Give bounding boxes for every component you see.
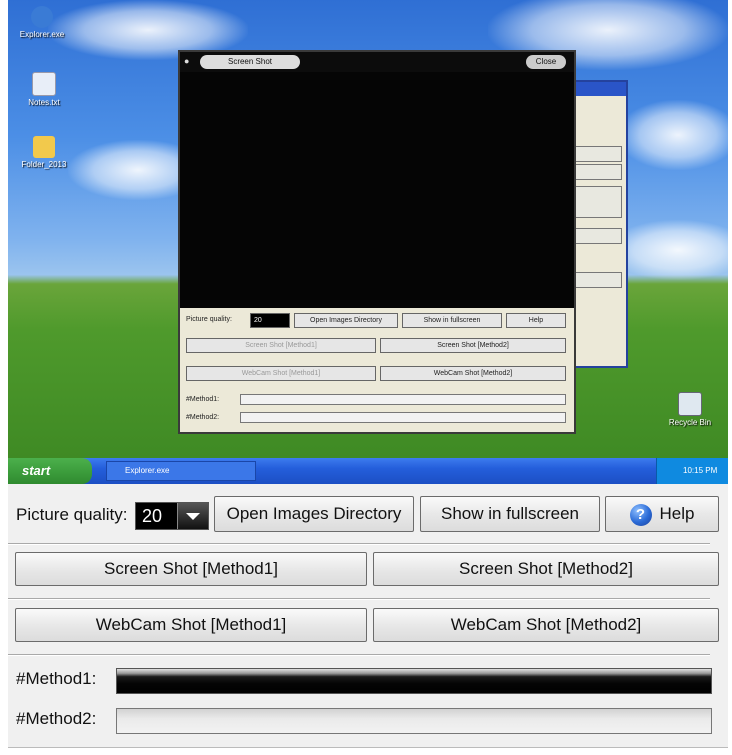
open-images-directory-button[interactable]: Open Images Directory [214, 496, 414, 532]
picture-quality-label: Picture quality: [16, 505, 128, 524]
help-button[interactable]: ? Help [605, 496, 719, 532]
method2-label: #Method2: [186, 414, 220, 421]
quality-select[interactable]: 20 [135, 502, 209, 530]
webcam-shot-method1-button[interactable]: WebCam Shot [Method1] [186, 366, 376, 381]
desktop-icon-notes[interactable]: Notes.txt [12, 72, 76, 107]
background-window-button[interactable] [574, 228, 622, 244]
show-fullscreen-button[interactable]: Show in fullscreen [420, 496, 600, 532]
method1-progress-bar [116, 668, 712, 694]
method1-label: #Method1: [186, 396, 220, 403]
method1-label: #Method1: [16, 669, 97, 688]
method2-label: #Method2: [16, 709, 97, 728]
clock: 10:15 PM [683, 466, 718, 475]
folder-icon [33, 136, 55, 158]
separator [8, 543, 710, 545]
document-icon [32, 72, 56, 96]
capture-preview [180, 72, 574, 308]
recycle-bin-icon [678, 392, 702, 416]
taskbar-item[interactable]: Explorer.exe [106, 461, 256, 481]
method2-progress-bar [116, 708, 712, 734]
show-fullscreen-button[interactable]: Show in fullscreen [402, 313, 502, 328]
desktop-icon-label: Notes.txt [28, 98, 60, 107]
quality-value: 20 [142, 506, 163, 526]
method1-progress-bar [240, 394, 566, 405]
taskbar-item-label: Explorer.exe [125, 466, 170, 475]
background-window-button[interactable] [574, 146, 622, 162]
globe-icon [31, 6, 53, 28]
screen-shot-method2-button[interactable]: Screen Shot [Method2] [380, 338, 566, 353]
desktop-icon-explorer[interactable]: Explorer.exe [10, 6, 74, 39]
quality-value: 20 [254, 317, 262, 324]
system-tray: 10:15 PM [656, 458, 728, 484]
close-button[interactable]: Close [526, 55, 566, 69]
screen-shot-method2-button[interactable]: Screen Shot [Method2] [373, 552, 719, 586]
desktop-icon-label: Explorer.exe [19, 30, 65, 39]
taskbar: start Explorer.exe 10:15 PM [8, 458, 728, 484]
picture-quality-label: Picture quality: [186, 316, 232, 323]
webcam-shot-method2-button[interactable]: WebCam Shot [Method2] [373, 608, 719, 642]
screen-shot-method1-button[interactable]: Screen Shot [Method1] [15, 552, 367, 586]
background-window-button[interactable] [574, 164, 622, 180]
background-window[interactable] [568, 80, 628, 368]
start-label: start [22, 463, 51, 478]
webcam-shot-method1-button[interactable]: WebCam Shot [Method1] [15, 608, 367, 642]
start-button[interactable]: start [8, 458, 92, 484]
help-button[interactable]: Help [506, 313, 566, 328]
screen-shot-window-titlebar[interactable]: ● Screen Shot Close [180, 52, 574, 72]
app-icon: ● [184, 56, 190, 66]
separator [8, 654, 710, 656]
background-window-button[interactable] [574, 186, 622, 218]
window-title: Screen Shot [200, 55, 300, 69]
cloud [618, 100, 728, 170]
background-window-button[interactable] [574, 272, 622, 288]
method2-progress-bar [240, 412, 566, 423]
desktop-icon-folder[interactable]: Folder_2013 [12, 136, 76, 169]
background-window-titlebar[interactable] [570, 82, 626, 96]
screen-shot-method1-button[interactable]: Screen Shot [Method1] [186, 338, 376, 353]
help-label: Help [659, 504, 695, 523]
help-icon: ? [629, 503, 652, 526]
desktop-icon-label: Folder_2013 [21, 160, 67, 169]
webcam-shot-method2-button[interactable]: WebCam Shot [Method2] [380, 366, 566, 381]
separator [8, 598, 710, 600]
open-images-directory-button[interactable]: Open Images Directory [294, 313, 398, 328]
desktop-icon-label: Recycle Bin [668, 418, 712, 427]
quality-select[interactable]: 20 [250, 313, 290, 328]
chevron-down-icon[interactable] [177, 503, 208, 529]
desktop-icon-recycle-bin[interactable]: Recycle Bin [658, 392, 722, 427]
desktop-screenshot: Explorer.exe Notes.txt Folder_2013 Recyc… [8, 0, 728, 458]
screen-shot-window[interactable]: ● Screen Shot Close Picture quality: 20 … [178, 50, 576, 434]
